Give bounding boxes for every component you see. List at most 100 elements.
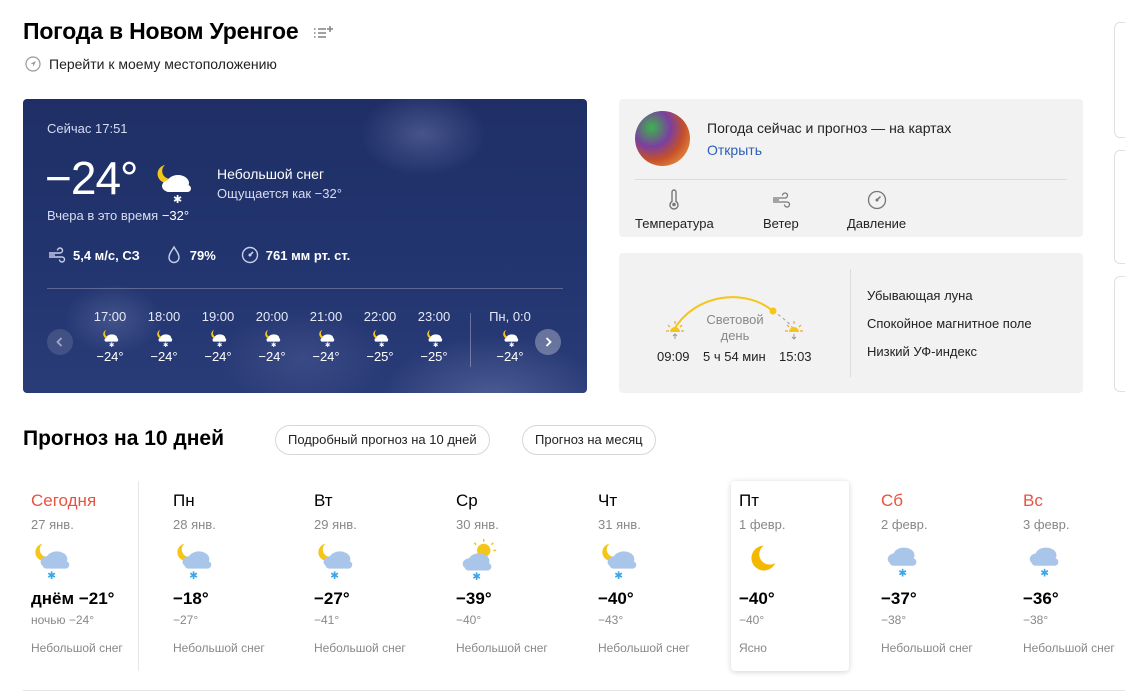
day-date: 2 февр. — [881, 517, 928, 532]
yesterday-label: Вчера в это время — [47, 208, 159, 223]
wind-metric: 5,4 м/с, СЗ — [47, 245, 140, 265]
my-location-link[interactable]: Перейти к моему местоположению — [25, 56, 277, 72]
hour-time: 21:00 — [309, 309, 343, 324]
sun-card-divider — [850, 269, 851, 377]
hourly-item: 20:00 ✱ −24° — [245, 309, 299, 364]
day-name: Вс — [1023, 491, 1043, 510]
day-condition: Небольшой снег — [881, 641, 973, 655]
hourly-prev-button[interactable] — [47, 329, 73, 355]
day-name: Чт — [598, 491, 618, 510]
hour-temp: −25° — [366, 349, 394, 364]
day-condition: Небольшой снег — [31, 641, 123, 655]
page-title: Погода в Новом Уренгое — [23, 18, 299, 44]
map-layer-label: Ветер — [763, 216, 799, 231]
day-max-temp: −36° — [1023, 589, 1059, 608]
map-layer-label: Давление — [847, 216, 907, 231]
svg-text:✱: ✱ — [614, 570, 623, 582]
forecast-day[interactable]: Пн 28 янв. ✱ −18° −27° Небольшой снег — [165, 481, 283, 671]
day-length: 5 ч 54 мин — [703, 349, 766, 364]
svg-text:✱: ✱ — [217, 342, 222, 348]
wind-value: 5,4 м/с, СЗ — [73, 247, 140, 263]
hourly-forecast[interactable]: 17:00 ✱ −24° 18:00 ✱ −24° 19:00 ✱ −24° 20:0… — [83, 309, 543, 379]
night-snow-icon: ✱ — [503, 329, 519, 348]
side-card[interactable] — [1114, 276, 1125, 392]
feels-like-text: Ощущается как −32° — [217, 186, 342, 201]
hourly-item: 19:00 ✱ −24° — [191, 309, 245, 364]
yesterday-value: −32° — [161, 208, 190, 223]
svg-text:✱: ✱ — [173, 193, 182, 205]
forecast-day[interactable]: Пт 1 февр. −40° −40° Ясно — [731, 481, 849, 671]
svg-text:✱: ✱ — [330, 570, 339, 582]
hourly-next-button[interactable] — [535, 329, 561, 355]
moon-icon — [751, 545, 776, 571]
svg-text:✱: ✱ — [433, 342, 438, 348]
detailed-forecast-button[interactable]: Подробный прогноз на 10 дней — [275, 425, 490, 455]
hour-temp: −24° — [312, 349, 340, 364]
forecast-day[interactable]: Вс 3 февр. ✱ −36° −38° Небольшой снег — [1015, 481, 1125, 671]
day-date: 28 янв. — [173, 517, 216, 532]
night-snow-icon: ✱ — [427, 329, 443, 348]
day-date: 1 февр. — [739, 517, 786, 532]
hourly-item: Пн, 0:0 ✱ −24° — [483, 309, 537, 364]
map-layer-wind[interactable]: Ветер — [763, 189, 799, 231]
map-thumbnail[interactable] — [635, 111, 690, 166]
add-to-list-icon[interactable] — [312, 22, 336, 42]
svg-text:✱: ✱ — [472, 571, 481, 582]
day-min-temp: −38° — [1023, 613, 1049, 627]
location-arrow-icon — [25, 56, 41, 72]
yesterday-temp: Вчера в это время −32° — [47, 208, 189, 223]
today-separator — [138, 481, 139, 671]
hourly-item: 17:00 ✱ −24° — [83, 309, 137, 364]
pressure-value: 761 мм рт. ст. — [265, 247, 351, 263]
forecast-day[interactable]: Ср 30 янв. ✱ −39° −40° Небольшой снег — [448, 481, 566, 671]
forecast-day[interactable]: Сб 2 февр. ✱ −37° −38° Небольшой снег — [873, 481, 991, 671]
night-snow-icon: ✱ — [373, 329, 389, 348]
day-name: Ср — [456, 491, 478, 510]
chevron-right-icon — [545, 337, 552, 347]
map-layer-pressure[interactable]: Давление — [847, 189, 906, 231]
current-metrics: 5,4 м/с, СЗ 79% 761 мм рт. ст. — [47, 245, 350, 265]
night-snow-icon: ✱ — [265, 329, 281, 348]
maps-divider — [635, 179, 1067, 180]
svg-text:✱: ✱ — [379, 342, 384, 348]
hourly-item: 22:00 ✱ −25° — [353, 309, 407, 364]
day-min-temp: −40° — [739, 613, 765, 627]
night-cloud-snow-icon: ✱ — [35, 543, 70, 582]
night-cloud-snow-icon: ✱ — [318, 543, 353, 582]
night-snow-icon: ✱ — [103, 329, 119, 348]
now-time-label: Сейчас 17:51 — [47, 121, 128, 136]
hour-temp: −24° — [496, 349, 524, 364]
day-max-temp: −39° — [456, 589, 492, 608]
forecast-day[interactable]: Сегодня 27 янв. ✱ днём −21° ночью −24° Н… — [23, 481, 141, 671]
hourly-item: 18:00 ✱ −24° — [137, 309, 191, 364]
day-max-temp: −40° — [739, 589, 775, 608]
map-layer-label: Температура — [635, 216, 714, 231]
side-card[interactable] — [1114, 150, 1125, 264]
pressure-gauge-icon — [241, 246, 258, 264]
night-cloud-snow-icon: ✱ — [602, 543, 637, 582]
hourly-item: 21:00 ✱ −24° — [299, 309, 353, 364]
forecast-day[interactable]: Чт 31 янв. ✱ −40° −43° Небольшой снег — [590, 481, 708, 671]
maps-open-link[interactable]: Открыть — [707, 142, 762, 158]
hour-time: 23:00 — [417, 309, 451, 324]
day-condition: Небольшой снег — [314, 641, 406, 655]
maps-card[interactable]: Погода сейчас и прогноз — на картах Откр… — [619, 99, 1083, 237]
gauge-icon — [867, 190, 886, 210]
svg-text:✱: ✱ — [509, 342, 514, 348]
hour-temp: −24° — [96, 349, 124, 364]
svg-text:✱: ✱ — [898, 567, 907, 579]
day-max-temp: −40° — [598, 589, 634, 608]
humidity-drop-icon — [168, 245, 180, 264]
hour-time: 18:00 — [147, 309, 181, 324]
night-cloud-snow-icon: ✱ — [157, 165, 191, 205]
day-name: Сб — [881, 491, 904, 510]
map-layer-temperature[interactable]: Температура — [635, 189, 714, 231]
sunset-time: 15:03 — [779, 349, 812, 364]
chevron-left-icon — [56, 337, 63, 347]
hourly-item: 23:00 ✱ −25° — [407, 309, 461, 364]
current-weather-card[interactable]: Сейчас 17:51 −24° ✱ Небольшой снег Ощуща… — [23, 99, 587, 393]
hour-temp: −25° — [420, 349, 448, 364]
side-card[interactable] — [1114, 22, 1125, 138]
month-forecast-button[interactable]: Прогноз на месяц — [522, 425, 656, 455]
forecast-day[interactable]: Вт 29 янв. ✱ −27° −41° Небольшой снег — [306, 481, 424, 671]
